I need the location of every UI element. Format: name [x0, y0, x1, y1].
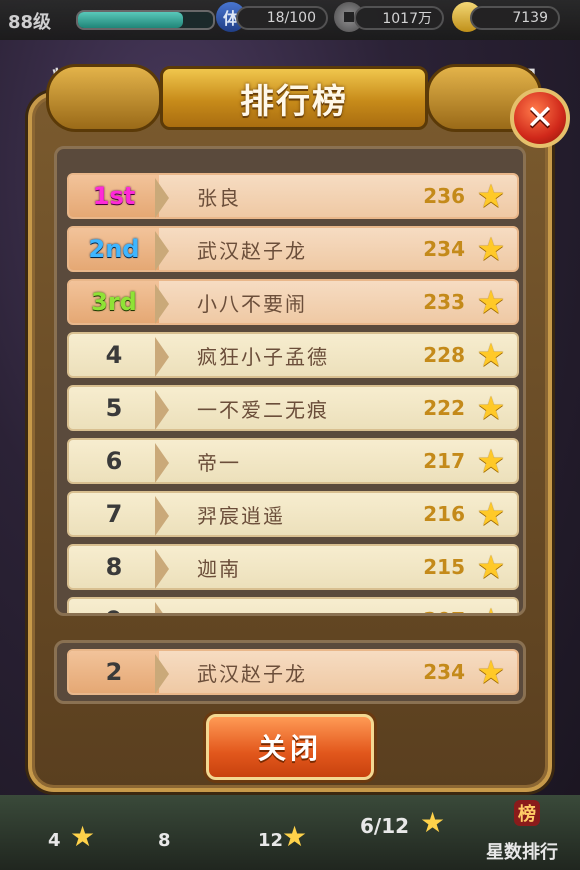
- rank-badge: 1st: [69, 175, 169, 218]
- chest-count-2: 8: [158, 830, 171, 851]
- rank-tag[interactable]: 榜: [514, 800, 540, 826]
- chest-count-3: 12: [258, 830, 284, 851]
- star-count: 236: [423, 184, 465, 208]
- star-icon: ★: [476, 177, 506, 215]
- star-count: 233: [423, 290, 465, 314]
- my-rank-row: 2 武汉赵子龙 234 ★: [67, 649, 519, 695]
- rank-number: 4: [69, 334, 169, 377]
- star-icon: ★: [476, 389, 506, 427]
- top-hud: 88级 体 18/100 1017万 7139: [0, 0, 580, 40]
- panel-title-banner: 排行榜: [160, 66, 428, 130]
- player-name: 小八不要闹: [197, 291, 307, 316]
- list-item: 9 207 ★: [67, 597, 519, 613]
- star-icon: ★: [476, 495, 506, 533]
- star-icon: ★: [476, 230, 506, 268]
- star-count: 222: [423, 396, 465, 420]
- gold-value[interactable]: 7139: [470, 6, 560, 30]
- player-level: 88级: [8, 12, 52, 33]
- list-item: 5 一不爱二无痕 222 ★: [67, 385, 519, 431]
- star-icon: ★: [476, 653, 506, 691]
- star-count: 234: [423, 660, 465, 684]
- rank-number: 2: [69, 651, 169, 694]
- rank-badge: 2nd: [69, 228, 169, 271]
- star-count: 207: [423, 608, 465, 613]
- star-count: 234: [423, 237, 465, 261]
- list-item: 8 迦南 215 ★: [67, 544, 519, 590]
- left-ornament: [46, 64, 162, 132]
- star-progress: 6/12: [360, 814, 410, 838]
- close-button[interactable]: 关闭: [206, 714, 374, 780]
- player-name: 张良: [197, 185, 241, 210]
- star-ranking-label[interactable]: 星数排行: [486, 838, 558, 864]
- xp-bar: [76, 10, 215, 30]
- rank-number: 6: [69, 440, 169, 483]
- list-item: 4 疯狂小子孟德 228 ★: [67, 332, 519, 378]
- star-count: 228: [423, 343, 465, 367]
- my-rank-box: 2 武汉赵子龙 234 ★: [54, 640, 526, 704]
- rank-number: 8: [69, 546, 169, 589]
- coins-value[interactable]: 1017万: [354, 6, 444, 30]
- list-item: 2nd 武汉赵子龙 234 ★: [67, 226, 519, 272]
- player-name: 羿宸逍遥: [197, 503, 285, 528]
- star-icon: ★: [476, 336, 506, 374]
- list-item: 1st 张良 236 ★: [67, 173, 519, 219]
- star-count: 216: [423, 502, 465, 526]
- star-count: 217: [423, 449, 465, 473]
- star-icon: ★: [476, 283, 506, 321]
- star-count: 215: [423, 555, 465, 579]
- chest-count-1: 4: [48, 830, 61, 851]
- rank-badge: 3rd: [69, 281, 169, 324]
- leaderboard-list[interactable]: 1st 张良 236 ★ 2nd 武汉赵子龙 234 ★ 3rd 小八不要闹 2…: [54, 146, 526, 616]
- rank-number: 9: [69, 599, 169, 613]
- star-icon: ★: [282, 820, 308, 853]
- list-item: 6 帝一 217 ★: [67, 438, 519, 484]
- player-name: 迦南: [197, 556, 241, 581]
- list-item: 3rd 小八不要闹 233 ★: [67, 279, 519, 325]
- xp-bar-fill: [78, 12, 184, 28]
- star-icon: ★: [476, 548, 506, 586]
- list-item: 7 羿宸逍遥 216 ★: [67, 491, 519, 537]
- player-name: 武汉赵子龙: [197, 238, 307, 263]
- star-icon: ★: [70, 820, 96, 853]
- player-name: 疯狂小子孟德: [197, 344, 329, 369]
- player-name: 一不爱二无痕: [197, 397, 329, 422]
- star-icon: ★: [420, 806, 446, 839]
- close-x-icon[interactable]: ✕: [510, 88, 570, 148]
- star-icon: ★: [475, 604, 507, 613]
- panel-title: 排行榜: [240, 81, 348, 122]
- stamina-value[interactable]: 18/100: [236, 6, 328, 30]
- rank-number: 7: [69, 493, 169, 536]
- rank-number: 5: [69, 387, 169, 430]
- player-name: 帝一: [197, 450, 241, 475]
- star-icon: ★: [476, 442, 506, 480]
- player-name: 武汉赵子龙: [197, 661, 307, 686]
